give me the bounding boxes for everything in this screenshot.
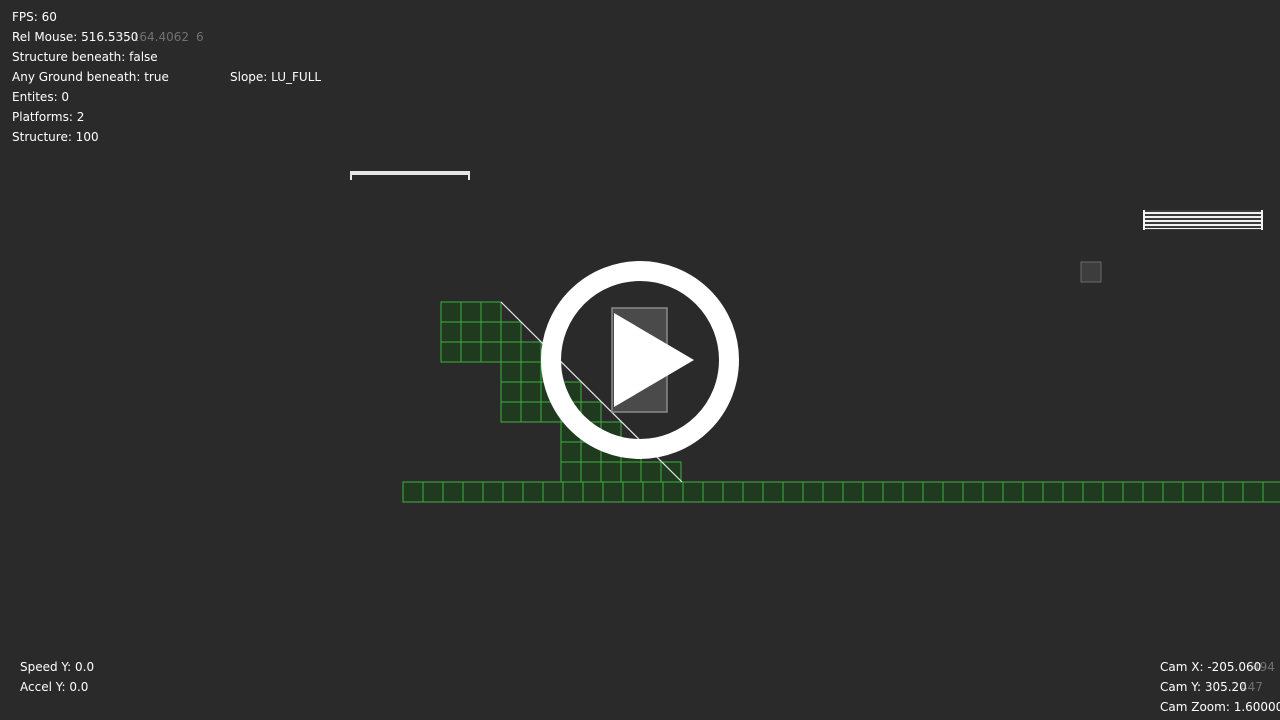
cam-y-ghost: 447 (1240, 680, 1263, 694)
ground-tile (442, 481, 464, 503)
cam-zoom-readout: Cam Zoom: 1.60000 (1160, 700, 1280, 714)
ground-tile (480, 321, 502, 343)
ground-tile (622, 481, 644, 503)
ground-tile (582, 481, 604, 503)
ground-tile (1102, 481, 1124, 503)
striped-platform-right (1143, 210, 1263, 230)
ground-tile (1262, 481, 1280, 503)
ground-tile (480, 301, 502, 323)
ground-tile (1042, 481, 1064, 503)
ground-tile (520, 341, 542, 363)
ground-tile (422, 481, 444, 503)
ground-tile (742, 481, 764, 503)
ground-tile (702, 481, 724, 503)
ground-tile (762, 481, 784, 503)
ground-tile (1022, 481, 1044, 503)
ground-tile (440, 321, 462, 343)
ground-tile (802, 481, 824, 503)
ground-tile (1142, 481, 1164, 503)
rel-mouse-ghost-2: 6 (196, 30, 204, 44)
structure-beneath-readout: Structure beneath: false (12, 50, 158, 64)
rel-mouse-ghost: 3,-164.4062 (116, 30, 190, 44)
ground-tile (620, 461, 642, 483)
ground-tile (1122, 481, 1144, 503)
cam-y-readout: Cam Y: 305.20 (1160, 680, 1247, 694)
ground-tile (862, 481, 884, 503)
ground-tile (500, 401, 522, 423)
ground-tile (822, 481, 844, 503)
ground-tile (542, 481, 564, 503)
ground-tile (600, 461, 622, 483)
ground-tile (1002, 481, 1024, 503)
ground-tile (902, 481, 924, 503)
platforms-readout: Platforms: 2 (12, 110, 85, 124)
ground-tile (1082, 481, 1104, 503)
speed-y-readout: Speed Y: 0.0 (20, 660, 95, 674)
slope-readout: Slope: LU_FULL (230, 70, 322, 84)
play-button[interactable] (541, 261, 739, 459)
ground-tile (660, 461, 682, 483)
ground-tile (782, 481, 804, 503)
ground-tile (602, 481, 624, 503)
ground-tile (842, 481, 864, 503)
ground-tile (1162, 481, 1184, 503)
ground-tile (520, 401, 542, 423)
ground-tile (520, 381, 542, 403)
small-entity-block (1080, 261, 1102, 283)
fps-readout: FPS: 60 (12, 10, 57, 24)
any-ground-beneath-readout: Any Ground beneath: true (12, 70, 169, 84)
ground-tile (1062, 481, 1084, 503)
ground-tile (1242, 481, 1264, 503)
ground-tile (502, 481, 524, 503)
entities-readout: Entites: 0 (12, 90, 70, 104)
ground-tile (460, 341, 482, 363)
ground-tile (500, 341, 522, 363)
ground-tile (520, 361, 542, 383)
ground-tile (1202, 481, 1224, 503)
ground-tile (500, 321, 522, 343)
ground-tile (462, 481, 484, 503)
structure-readout: Structure: 100 (12, 130, 99, 144)
ground-tile (482, 481, 504, 503)
ground-tile (682, 481, 704, 503)
accel-y-readout: Accel Y: 0.0 (20, 680, 89, 694)
ground-tile (402, 481, 424, 503)
ground-tile (562, 481, 584, 503)
ground-tile (480, 341, 502, 363)
ground-tile (440, 341, 462, 363)
ground-tile (500, 381, 522, 403)
ground-tile (982, 481, 1004, 503)
ground-tile (922, 481, 944, 503)
ground-tile (1182, 481, 1204, 503)
ground-tile (962, 481, 984, 503)
cam-x-readout: Cam X: -205.060 (1160, 660, 1262, 674)
ground-tile (942, 481, 964, 503)
ground-tile (882, 481, 904, 503)
ground-tile (460, 321, 482, 343)
ground-tile (522, 481, 544, 503)
ground-tile (500, 361, 522, 383)
ground-tile (440, 301, 462, 323)
cam-x-ghost: 494 (1252, 660, 1275, 674)
ground-tile (560, 461, 582, 483)
ground-tile (662, 481, 684, 503)
floating-platform-left (350, 171, 470, 180)
ground-tile (640, 461, 662, 483)
ground-tile (1222, 481, 1244, 503)
ground-tile (580, 461, 602, 483)
ground-tile (722, 481, 744, 503)
ground-tile (460, 301, 482, 323)
ground-tiles (402, 301, 1280, 503)
ground-tile (642, 481, 664, 503)
play-icon (541, 261, 739, 459)
